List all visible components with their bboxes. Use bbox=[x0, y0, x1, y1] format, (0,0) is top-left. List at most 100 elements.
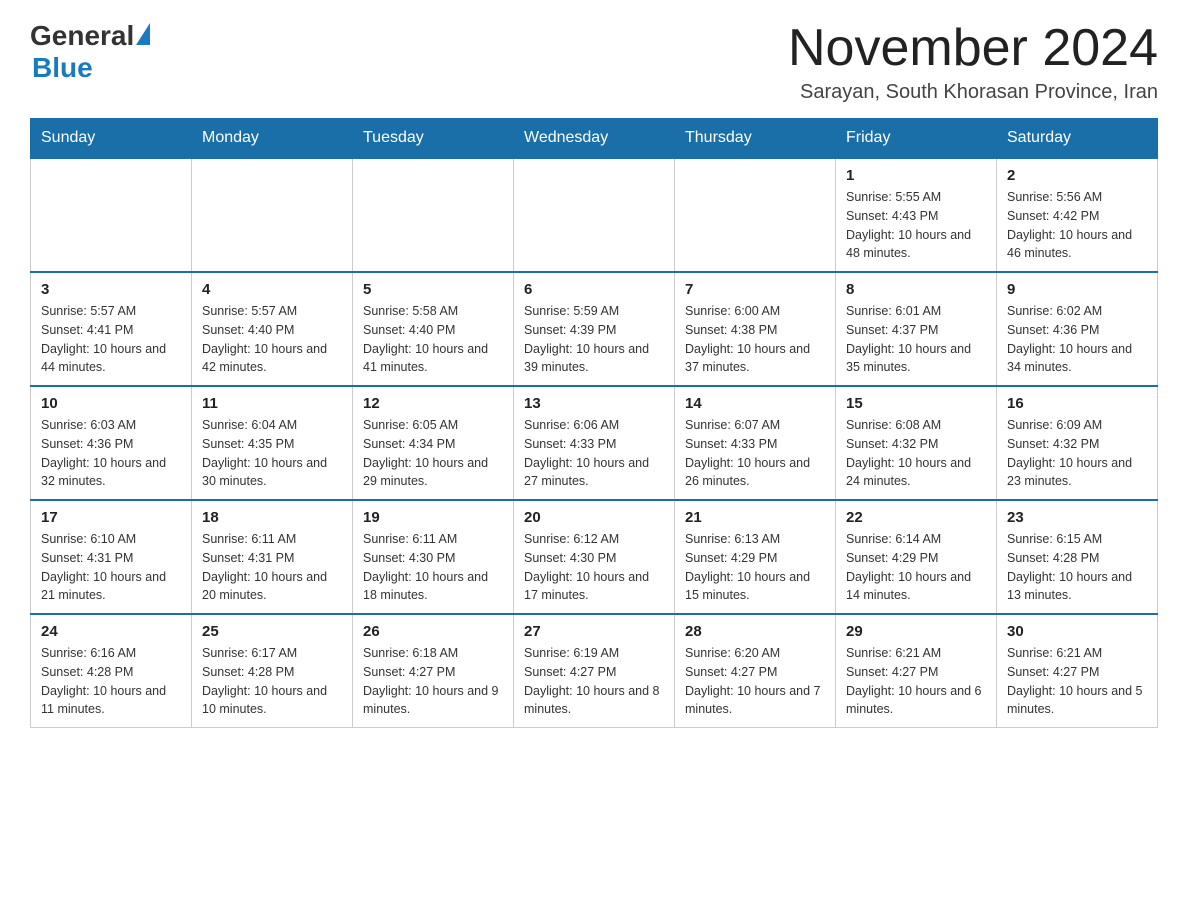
calendar-cell bbox=[353, 158, 514, 272]
day-number: 13 bbox=[524, 395, 664, 412]
calendar-cell: 23 Sunrise: 6:15 AMSunset: 4:28 PMDayligh… bbox=[997, 500, 1158, 614]
day-info: Sunrise: 6:17 AMSunset: 4:28 PMDaylight:… bbox=[202, 644, 342, 719]
calendar-cell: 25 Sunrise: 6:17 AMSunset: 4:28 PMDayligh… bbox=[192, 614, 353, 728]
day-number: 4 bbox=[202, 281, 342, 298]
header-tuesday: Tuesday bbox=[353, 119, 514, 159]
week-row-3: 10 Sunrise: 6:03 AMSunset: 4:36 PMDayligh… bbox=[31, 386, 1158, 500]
day-info: Sunrise: 6:13 AMSunset: 4:29 PMDaylight:… bbox=[685, 530, 825, 605]
calendar-cell: 14 Sunrise: 6:07 AMSunset: 4:33 PMDayligh… bbox=[675, 386, 836, 500]
week-row-4: 17 Sunrise: 6:10 AMSunset: 4:31 PMDayligh… bbox=[31, 500, 1158, 614]
day-number: 9 bbox=[1007, 281, 1147, 298]
logo-blue-text: Blue bbox=[32, 52, 93, 84]
day-info: Sunrise: 6:15 AMSunset: 4:28 PMDaylight:… bbox=[1007, 530, 1147, 605]
day-info: Sunrise: 6:18 AMSunset: 4:27 PMDaylight:… bbox=[363, 644, 503, 719]
day-number: 7 bbox=[685, 281, 825, 298]
header-wednesday: Wednesday bbox=[514, 119, 675, 159]
calendar-cell: 9 Sunrise: 6:02 AMSunset: 4:36 PMDaylight… bbox=[997, 272, 1158, 386]
calendar-cell bbox=[31, 158, 192, 272]
header-thursday: Thursday bbox=[675, 119, 836, 159]
day-number: 28 bbox=[685, 623, 825, 640]
day-info: Sunrise: 6:06 AMSunset: 4:33 PMDaylight:… bbox=[524, 416, 664, 491]
day-info: Sunrise: 5:55 AMSunset: 4:43 PMDaylight:… bbox=[846, 188, 986, 263]
logo: General bbox=[30, 20, 150, 52]
calendar-cell: 24 Sunrise: 6:16 AMSunset: 4:28 PMDayligh… bbox=[31, 614, 192, 728]
day-info: Sunrise: 6:00 AMSunset: 4:38 PMDaylight:… bbox=[685, 302, 825, 377]
day-info: Sunrise: 6:03 AMSunset: 4:36 PMDaylight:… bbox=[41, 416, 181, 491]
day-number: 26 bbox=[363, 623, 503, 640]
calendar-cell bbox=[675, 158, 836, 272]
day-number: 6 bbox=[524, 281, 664, 298]
calendar-cell: 29Sunrise: 6:21 AMSunset: 4:27 PMDayligh… bbox=[836, 614, 997, 728]
calendar-cell: 3Sunrise: 5:57 AMSunset: 4:41 PMDaylight… bbox=[31, 272, 192, 386]
day-info: Sunrise: 6:21 AMSunset: 4:27 PMDaylight:… bbox=[1007, 644, 1147, 719]
logo-area: General Blue bbox=[30, 20, 150, 84]
day-info: Sunrise: 5:56 AMSunset: 4:42 PMDaylight:… bbox=[1007, 188, 1147, 263]
day-number: 30 bbox=[1007, 623, 1147, 640]
day-number: 8 bbox=[846, 281, 986, 298]
header-monday: Monday bbox=[192, 119, 353, 159]
day-info: Sunrise: 6:16 AMSunset: 4:28 PMDaylight:… bbox=[41, 644, 181, 719]
calendar-cell: 17 Sunrise: 6:10 AMSunset: 4:31 PMDayligh… bbox=[31, 500, 192, 614]
day-info: Sunrise: 6:01 AMSunset: 4:37 PMDaylight:… bbox=[846, 302, 986, 377]
header-friday: Friday bbox=[836, 119, 997, 159]
day-number: 5 bbox=[363, 281, 503, 298]
calendar-cell: 22Sunrise: 6:14 AMSunset: 4:29 PMDayligh… bbox=[836, 500, 997, 614]
calendar-cell: 13 Sunrise: 6:06 AMSunset: 4:33 PMDayligh… bbox=[514, 386, 675, 500]
day-number: 23 bbox=[1007, 509, 1147, 526]
day-info: Sunrise: 6:09 AMSunset: 4:32 PMDaylight:… bbox=[1007, 416, 1147, 491]
calendar-cell: 12Sunrise: 6:05 AMSunset: 4:34 PMDayligh… bbox=[353, 386, 514, 500]
calendar-cell: 27 Sunrise: 6:19 AMSunset: 4:27 PMDayligh… bbox=[514, 614, 675, 728]
header-sunday: Sunday bbox=[31, 119, 192, 159]
calendar-cell: 15 Sunrise: 6:08 AMSunset: 4:32 PMDayligh… bbox=[836, 386, 997, 500]
calendar-cell: 7 Sunrise: 6:00 AMSunset: 4:38 PMDaylight… bbox=[675, 272, 836, 386]
day-number: 15 bbox=[846, 395, 986, 412]
day-number: 24 bbox=[41, 623, 181, 640]
day-info: Sunrise: 5:58 AMSunset: 4:40 PMDaylight:… bbox=[363, 302, 503, 377]
day-number: 20 bbox=[524, 509, 664, 526]
calendar-cell: 26 Sunrise: 6:18 AMSunset: 4:27 PMDayligh… bbox=[353, 614, 514, 728]
day-info: Sunrise: 6:19 AMSunset: 4:27 PMDaylight:… bbox=[524, 644, 664, 719]
day-number: 17 bbox=[41, 509, 181, 526]
day-number: 22 bbox=[846, 509, 986, 526]
calendar-cell: 18Sunrise: 6:11 AMSunset: 4:31 PMDayligh… bbox=[192, 500, 353, 614]
title-area: November 2024 Sarayan, South Khorasan Pr… bbox=[788, 20, 1158, 104]
calendar-cell: 21 Sunrise: 6:13 AMSunset: 4:29 PMDayligh… bbox=[675, 500, 836, 614]
day-number: 27 bbox=[524, 623, 664, 640]
day-info: Sunrise: 6:04 AMSunset: 4:35 PMDaylight:… bbox=[202, 416, 342, 491]
calendar-cell: 6 Sunrise: 5:59 AMSunset: 4:39 PMDaylight… bbox=[514, 272, 675, 386]
day-number: 16 bbox=[1007, 395, 1147, 412]
day-number: 21 bbox=[685, 509, 825, 526]
calendar-cell: 2 Sunrise: 5:56 AMSunset: 4:42 PMDaylight… bbox=[997, 158, 1158, 272]
calendar-cell: 8 Sunrise: 6:01 AMSunset: 4:37 PMDaylight… bbox=[836, 272, 997, 386]
day-number: 25 bbox=[202, 623, 342, 640]
day-number: 2 bbox=[1007, 167, 1147, 184]
calendar-cell: 19Sunrise: 6:11 AMSunset: 4:30 PMDayligh… bbox=[353, 500, 514, 614]
day-info: Sunrise: 6:20 AMSunset: 4:27 PMDaylight:… bbox=[685, 644, 825, 719]
calendar-cell: 11 Sunrise: 6:04 AMSunset: 4:35 PMDayligh… bbox=[192, 386, 353, 500]
calendar-cell: 5 Sunrise: 5:58 AMSunset: 4:40 PMDaylight… bbox=[353, 272, 514, 386]
logo-general-text: General bbox=[30, 20, 134, 52]
day-number: 14 bbox=[685, 395, 825, 412]
day-number: 11 bbox=[202, 395, 342, 412]
header-saturday: Saturday bbox=[997, 119, 1158, 159]
logo-triangle-icon bbox=[136, 23, 150, 45]
calendar-cell: 4Sunrise: 5:57 AMSunset: 4:40 PMDaylight… bbox=[192, 272, 353, 386]
day-info: Sunrise: 6:07 AMSunset: 4:33 PMDaylight:… bbox=[685, 416, 825, 491]
day-number: 10 bbox=[41, 395, 181, 412]
calendar-cell: 30 Sunrise: 6:21 AMSunset: 4:27 PMDayligh… bbox=[997, 614, 1158, 728]
header: General Blue November 2024 Sarayan, Sout… bbox=[30, 20, 1158, 104]
day-info: Sunrise: 6:02 AMSunset: 4:36 PMDaylight:… bbox=[1007, 302, 1147, 377]
calendar-cell: 28 Sunrise: 6:20 AMSunset: 4:27 PMDayligh… bbox=[675, 614, 836, 728]
week-row-2: 3Sunrise: 5:57 AMSunset: 4:41 PMDaylight… bbox=[31, 272, 1158, 386]
month-title: November 2024 bbox=[788, 20, 1158, 77]
day-number: 3 bbox=[41, 281, 181, 298]
day-info: Sunrise: 6:10 AMSunset: 4:31 PMDaylight:… bbox=[41, 530, 181, 605]
calendar-cell: 20Sunrise: 6:12 AMSunset: 4:30 PMDayligh… bbox=[514, 500, 675, 614]
day-number: 29 bbox=[846, 623, 986, 640]
day-info: Sunrise: 5:59 AMSunset: 4:39 PMDaylight:… bbox=[524, 302, 664, 377]
day-number: 1 bbox=[846, 167, 986, 184]
day-info: Sunrise: 6:08 AMSunset: 4:32 PMDaylight:… bbox=[846, 416, 986, 491]
week-row-1: 1 Sunrise: 5:55 AMSunset: 4:43 PMDaylight… bbox=[31, 158, 1158, 272]
day-info: Sunrise: 6:11 AMSunset: 4:30 PMDaylight:… bbox=[363, 530, 503, 605]
calendar-cell: 16 Sunrise: 6:09 AMSunset: 4:32 PMDayligh… bbox=[997, 386, 1158, 500]
